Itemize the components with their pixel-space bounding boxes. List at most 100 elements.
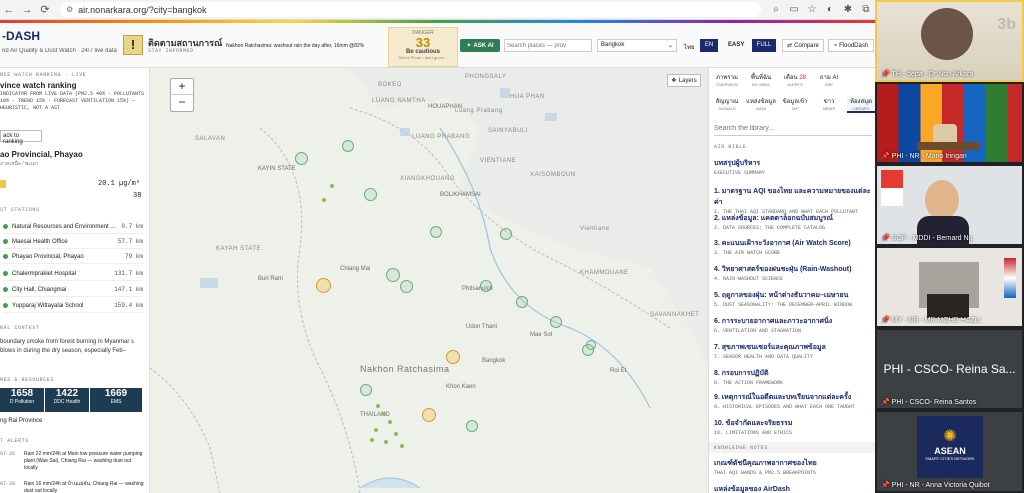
station-marker[interactable] (586, 340, 596, 350)
station-dot[interactable] (388, 420, 392, 424)
layers-label: Layers (678, 77, 697, 84)
station-dot-icon (3, 224, 8, 229)
tab-data[interactable]: แหล่งข้อมูล DATA (745, 96, 777, 111)
bookmark-star-icon[interactable]: ☆ (803, 4, 821, 15)
video-tile[interactable]: 📌 MY - NR - MR MOHD HAZLI (875, 246, 1024, 328)
city-select[interactable]: Bangkok ⌄ (597, 39, 677, 52)
zoom-out-button[interactable]: − (171, 95, 193, 111)
back-to-ranking-button[interactable]: ack to ranking (0, 130, 42, 145)
zoom-in-button[interactable]: + (171, 79, 193, 95)
toc-item[interactable]: 5. ฤดูกาลของฝุ่น: หน้าต่างธันวาคม–เมษายน… (714, 290, 874, 308)
forward-icon[interactable]: → (18, 4, 36, 16)
station-marker[interactable] (500, 228, 512, 240)
video-tile[interactable]: ✺ ASEAN SMART CITIES NETWORK 📌 PHI - NR … (875, 410, 1024, 493)
station-marker[interactable] (516, 296, 528, 308)
tab-ask[interactable]: ถาม AI ASK (813, 72, 845, 87)
toc-item[interactable]: 6. การระบายอากาศและภาวะอากาศนิ่ง 6. VENTI… (714, 316, 874, 334)
tab-signals[interactable]: สัญญาณ SIGNALS (711, 96, 743, 111)
site-info-icon[interactable]: ⚙ (66, 5, 73, 14)
reload-icon[interactable]: ⟳ (36, 3, 54, 16)
hotline-card[interactable]: 1669 EMS (90, 388, 142, 412)
toc-item[interactable]: 8. กรอบการปฏิบัติ 8. THE ACTION FRAMEWORK (714, 368, 874, 386)
station-row[interactable]: Maesai Health Office 57.7 km (3, 235, 143, 249)
hotline-card[interactable]: 1658 D Pollution (0, 388, 44, 412)
zoom-icon[interactable]: ⌕ (767, 4, 785, 15)
lang-en[interactable]: EN (700, 39, 718, 52)
cast-icon[interactable]: ▭ (785, 4, 803, 15)
extension-icon[interactable]: ◐ (821, 4, 839, 15)
station-dot[interactable] (322, 198, 326, 202)
video-tile[interactable]: PHI - CSCO- Reina Sa... 📌 PHI - CSCO- Re… (875, 328, 1024, 410)
province-link[interactable]: ng Rai Province (0, 418, 42, 424)
toc-item[interactable]: บทสรุปผู้บริหาร EXECUTIVE SUMMARY (714, 158, 874, 176)
station-row[interactable]: Natural Resources and Environment ... 0.7… (3, 220, 143, 234)
search-input[interactable] (504, 39, 592, 52)
toc-item[interactable]: 1. มาตรฐาน AQI ของไทย และความหมายของแต่ล… (714, 186, 874, 215)
toc-item[interactable]: 7. สุขภาพเซนเซอร์และคุณภาพข้อมูล 7. SENSO… (714, 342, 874, 360)
address-bar[interactable]: ⚙ air.nonarkara.org/?city=bangkok (60, 2, 761, 17)
toc-item[interactable]: 10. ข้อจำกัดและจริยธรรม 10. LIMITATIONS A… (714, 418, 874, 436)
station-dot[interactable] (394, 432, 398, 436)
station-marker[interactable] (480, 280, 492, 292)
station-dot[interactable] (330, 184, 334, 188)
back-icon[interactable]: ← (0, 4, 18, 16)
station-marker[interactable] (316, 278, 331, 293)
note-item[interactable]: เกณฑ์ดัชนีคุณภาพอากาศของไทย THAI AQI BAND… (714, 458, 874, 476)
station-dot[interactable] (374, 428, 378, 432)
station-marker[interactable] (360, 384, 372, 396)
toc-item[interactable]: 2. แหล่งข้อมูล: แคตตาล็อกฉบับสมบูรณ์ 2. D… (714, 213, 874, 231)
map-canvas[interactable]: + − ❖ Layers BOKEO LUANG NAMTHA PHONGSALY… (150, 68, 708, 493)
library-panel: ภาพรวม OVERVIEW พื้นที่ฉัน MY AREA เตือน 2… (708, 68, 875, 493)
tab-library[interactable]: ห้องสมุด LIBRARY (847, 96, 875, 113)
station-row[interactable]: City Hall, Chiangmai 147.1 km (3, 283, 143, 297)
station-dot[interactable] (400, 444, 404, 448)
toc-item[interactable]: 4. วิทยาศาสตร์ของฝนชะฝุ่น (Rain-Washout)… (714, 264, 874, 282)
station-dot[interactable] (382, 412, 386, 416)
lang-th[interactable]: ไทย (684, 42, 695, 52)
context-title: NAL CONTEXT (0, 325, 40, 331)
station-marker[interactable] (466, 420, 478, 432)
watch-title: NCE WATCH RANKING · LIVE (0, 72, 87, 78)
station-marker[interactable] (400, 280, 413, 293)
tab-tap[interactable]: ข้อมูลเข้า TAP (779, 96, 811, 111)
station-marker[interactable] (364, 188, 377, 201)
station-marker[interactable] (342, 140, 354, 152)
station-row[interactable]: Yupparaj Wittayalai School 159.4 km (3, 299, 143, 313)
tab-news[interactable]: ข่าว NEWS (813, 96, 845, 111)
participant-label: 📌 PHI - NR - Anna Victoria Quibot (881, 481, 990, 489)
video-tile[interactable]: 3b 📌 TH - depa - Dr Non Arkara (875, 0, 1024, 82)
library-search-input[interactable] (714, 122, 872, 136)
easy-mode[interactable]: EASY (728, 42, 744, 48)
station-row[interactable]: Chalermprakiet Hospital 131.7 km (3, 267, 143, 281)
station-marker[interactable] (422, 408, 436, 422)
extensions-menu-icon[interactable]: ⧉ (857, 4, 875, 15)
flood-button[interactable]: ≈ FloodDash (828, 39, 874, 52)
note-item[interactable]: แหล่งข้อมูลของ AirDash (714, 484, 874, 493)
tab-my-area[interactable]: พื้นที่ฉัน MY AREA (745, 72, 777, 87)
tab-sublabel: LIBRARY (852, 106, 870, 111)
tab-alerts[interactable]: เตือน 28 ALERTS (779, 72, 811, 87)
ask-ai-button[interactable]: ✦ ASK AI (460, 39, 500, 52)
compare-label: Compare (794, 42, 819, 49)
video-tile[interactable]: 📌 PHI - NR - Mario Iringan (875, 82, 1024, 164)
station-marker[interactable] (295, 152, 308, 165)
toc-item[interactable]: 9. เหตุการณ์ในอดีตและบทเรียนจากแต่ละครั้… (714, 392, 874, 410)
station-row[interactable]: Phayao Provincial, Phayao 79 km (3, 250, 143, 264)
news-ticker[interactable]: Nakhon Ratchasima: washout rain the day … (226, 43, 386, 49)
toc-item[interactable]: 3. คะแนนเฝ้าระวังอากาศ (Air Watch Score)… (714, 238, 874, 256)
station-marker[interactable] (550, 316, 562, 328)
station-marker[interactable] (446, 350, 460, 364)
station-marker[interactable] (386, 268, 400, 282)
station-dot[interactable] (376, 404, 380, 408)
station-marker[interactable] (430, 226, 442, 238)
station-dot[interactable] (370, 438, 374, 442)
puzzle-icon[interactable]: ✱ (839, 4, 857, 15)
video-tile[interactable]: 📌 SGP - MDDI - Bernard Ng (875, 164, 1024, 246)
station-dot[interactable] (384, 440, 388, 444)
full-mode[interactable]: FULL (752, 39, 776, 52)
danger-box[interactable]: DANGER 33 Be cautious Select Phrae • ale… (388, 27, 458, 67)
hotline-card[interactable]: 1422 DDC Health (45, 388, 89, 412)
compare-button[interactable]: ⇄ Compare (782, 39, 824, 52)
layers-button[interactable]: ❖ Layers (667, 74, 701, 87)
tab-overview[interactable]: ภาพรวม OVERVIEW (711, 72, 743, 87)
